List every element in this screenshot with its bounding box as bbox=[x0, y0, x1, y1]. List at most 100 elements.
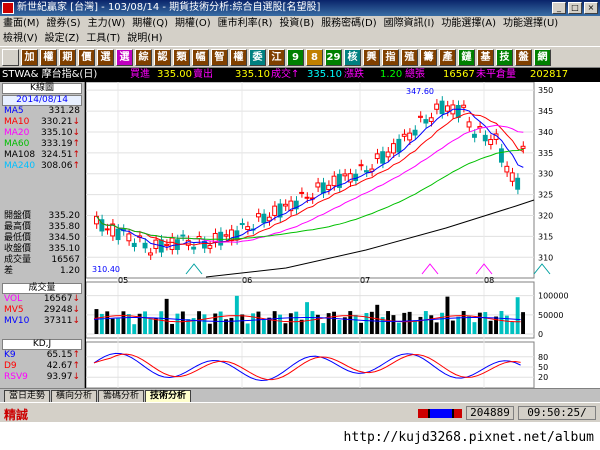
indicator-value: 331.28 bbox=[48, 106, 81, 116]
indicator-label: 收盤價 bbox=[4, 244, 32, 254]
tab-0[interactable]: 當日走勢 bbox=[4, 389, 51, 402]
menu-item[interactable]: 設定(Z) bbox=[42, 31, 84, 46]
toolbar-button[interactable]: 權 bbox=[230, 48, 247, 66]
toolbar-button[interactable]: 委 bbox=[249, 48, 266, 66]
candle-body bbox=[364, 170, 369, 173]
kd-header[interactable]: KD,J bbox=[2, 339, 82, 350]
volume-bar bbox=[332, 311, 336, 334]
toolbar-button[interactable]: 興 bbox=[363, 48, 380, 66]
signal-marker bbox=[533, 263, 551, 275]
indicator-label: MA60 bbox=[4, 139, 30, 149]
menu-item[interactable]: 期權(Q) bbox=[129, 16, 172, 31]
toolbar-button[interactable]: 產 bbox=[439, 48, 456, 66]
indicator-row: MA20 335.10↓ bbox=[0, 128, 84, 139]
volume-bar bbox=[445, 296, 450, 334]
toolbar-button[interactable]: 價 bbox=[78, 48, 95, 66]
toolbar-button[interactable]: 技 bbox=[496, 48, 513, 66]
candle-body bbox=[218, 231, 224, 246]
trend-arrow: ↓ bbox=[72, 128, 80, 138]
volume-bar bbox=[326, 313, 331, 334]
toolbar-button[interactable] bbox=[2, 48, 19, 66]
toolbar-button[interactable]: 加 bbox=[21, 48, 38, 66]
footer: http://kujd3268.pixnet.net/album bbox=[0, 422, 600, 450]
toolbar-button[interactable]: 認 bbox=[154, 48, 171, 66]
tab-2[interactable]: 籌碼分析 bbox=[98, 389, 145, 402]
toolbar-button[interactable]: 29 bbox=[325, 48, 342, 66]
menu-item[interactable]: 說明(H) bbox=[124, 31, 166, 46]
minimize-button[interactable]: _ bbox=[552, 2, 566, 14]
toolbar-button[interactable]: 指 bbox=[382, 48, 399, 66]
candle-body bbox=[423, 119, 429, 124]
menu-item[interactable]: 證券(S) bbox=[43, 16, 84, 31]
menu-item[interactable]: 國際資訊(I) bbox=[381, 16, 439, 31]
toolbar-button[interactable]: 基 bbox=[477, 48, 494, 66]
volume-bar bbox=[132, 324, 137, 334]
chart-date: 2014/08/14 bbox=[2, 95, 82, 106]
menu-item[interactable]: 畫面(M) bbox=[0, 16, 43, 31]
volume-bar bbox=[143, 311, 147, 334]
candle-body bbox=[401, 133, 407, 137]
chart-area[interactable]: 350 345 340 335 330 325 320 315 310 05 06 07 08 347.6… bbox=[85, 81, 600, 389]
bid-label: 買進 bbox=[130, 69, 150, 80]
tab-1[interactable]: 橫向分析 bbox=[51, 389, 98, 402]
toolbar-button[interactable]: 智 bbox=[211, 48, 228, 66]
toolbar-button[interactable]: 9 bbox=[287, 48, 304, 66]
candle-body bbox=[164, 243, 170, 246]
volume-bar bbox=[521, 312, 525, 334]
toolbar-button[interactable]: 8 bbox=[306, 48, 323, 66]
volume-header[interactable]: 成交量 bbox=[2, 283, 82, 294]
volume-bar bbox=[180, 311, 185, 334]
toolbar-button[interactable]: 籌 bbox=[420, 48, 437, 66]
kd-y-tick-label: 80 bbox=[538, 353, 548, 362]
toolbar-button[interactable]: 選 bbox=[116, 48, 133, 66]
candle-body bbox=[445, 105, 450, 112]
menu-item[interactable]: 功能選擇(A) bbox=[438, 16, 500, 31]
toolbar-button[interactable]: 鏈 bbox=[458, 48, 475, 66]
candle-body bbox=[266, 216, 272, 222]
menu-item[interactable]: 期權(O) bbox=[172, 16, 215, 31]
y-tick-label: 310 bbox=[538, 253, 553, 262]
toolbar-button[interactable]: 江 bbox=[268, 48, 285, 66]
menu-row-1: 畫面(M) 證券(S) 主力(W) 期權(Q) 期權(O) 匯市利率(R) 投資(B) 服務密… bbox=[0, 16, 600, 31]
indicator-row: 成交量 16567 bbox=[0, 255, 84, 266]
candle-body bbox=[304, 196, 310, 199]
menu-item[interactable]: 服務密碼(D) bbox=[318, 16, 381, 31]
candle-body bbox=[126, 233, 132, 242]
volume-bar bbox=[310, 311, 315, 334]
technical-chart[interactable]: 350 345 340 335 330 325 320 315 310 05 06 07 08 347.6… bbox=[85, 81, 600, 389]
indicator-value-wrap: 330.21↓ bbox=[41, 117, 80, 128]
toolbar-button[interactable]: 綜 bbox=[135, 48, 152, 66]
menu-item[interactable]: 功能選擇(U) bbox=[500, 16, 562, 31]
kd-y-tick-label: 50 bbox=[538, 363, 548, 372]
menu-item[interactable]: 匯市利率(R) bbox=[215, 16, 277, 31]
toolbar-button[interactable]: 類 bbox=[173, 48, 190, 66]
maximize-button[interactable]: □ bbox=[568, 2, 582, 14]
indicator-row: D9 42.67↑ bbox=[0, 361, 84, 372]
menu-item[interactable]: 檢視(V) bbox=[0, 31, 42, 46]
k-chart-header[interactable]: K線圖 bbox=[2, 83, 82, 94]
volume-bar bbox=[197, 311, 201, 334]
menu-item[interactable]: 主力(W) bbox=[85, 16, 130, 31]
toolbar-button[interactable]: 網 bbox=[534, 48, 551, 66]
indicator-value-wrap: 335.10↓ bbox=[41, 128, 80, 139]
indicator-value: 42.67 bbox=[46, 361, 73, 371]
toolbar-button[interactable]: 選 bbox=[97, 48, 114, 66]
trend-arrow: ↑ bbox=[72, 350, 80, 360]
menu-item[interactable]: 工具(T) bbox=[83, 31, 124, 46]
volume-bar bbox=[153, 318, 158, 334]
volume-bar bbox=[396, 322, 401, 334]
toolbar-button[interactable]: 核 bbox=[344, 48, 361, 66]
volume-bar bbox=[386, 311, 390, 334]
indicator-label: MA10 bbox=[4, 117, 30, 127]
ask-value: 335.10 bbox=[235, 69, 270, 80]
indicator-value-wrap: 93.97↓ bbox=[47, 372, 80, 383]
volume-bar bbox=[234, 295, 239, 334]
menu-item[interactable]: 投資(B) bbox=[276, 16, 318, 31]
toolbar-button[interactable]: 幅 bbox=[192, 48, 209, 66]
toolbar-button[interactable]: 權 bbox=[40, 48, 57, 66]
toolbar-button[interactable]: 盤 bbox=[515, 48, 532, 66]
toolbar-button[interactable]: 殖 bbox=[401, 48, 418, 66]
close-button[interactable]: × bbox=[584, 2, 598, 14]
tab-3[interactable]: 技術分析 bbox=[145, 389, 192, 402]
toolbar-button[interactable]: 期 bbox=[59, 48, 76, 66]
